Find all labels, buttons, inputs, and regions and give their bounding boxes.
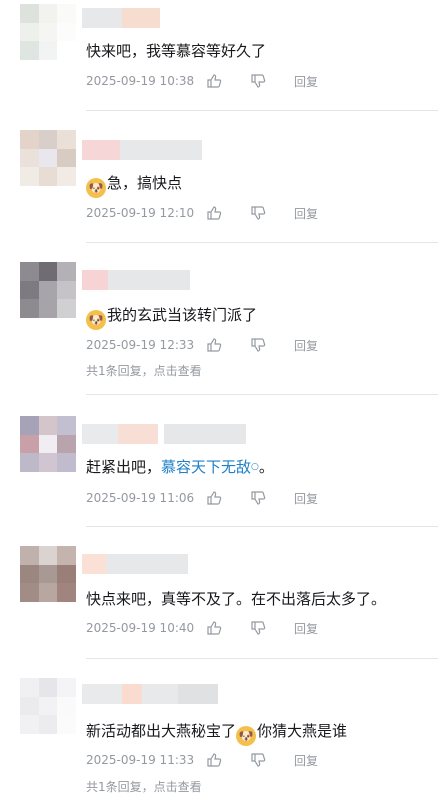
comment-text: 快来吧，我等慕容等好久了 xyxy=(86,42,267,60)
avatar[interactable] xyxy=(20,546,76,602)
comment-text: 🐶 急，搞快点 xyxy=(86,172,182,198)
divider xyxy=(86,242,438,243)
divider xyxy=(86,526,438,527)
comment-text: 新活动都出大燕秘宝了 🐶 你猜大燕是谁 xyxy=(86,720,347,746)
divider xyxy=(86,658,438,659)
reply-button[interactable]: 回复 xyxy=(294,337,318,354)
username-blurred[interactable] xyxy=(82,140,202,160)
reply-button[interactable]: 回复 xyxy=(294,752,318,769)
thumbs-up-icon[interactable] xyxy=(206,337,222,353)
divider xyxy=(86,394,438,395)
doge-emoji-icon: 🐶 xyxy=(86,310,106,330)
comment-time: 2025-09-19 11:33 xyxy=(86,753,195,767)
username-blurred[interactable] xyxy=(82,8,160,28)
doge-emoji-icon: 🐶 xyxy=(236,726,257,746)
view-replies-link[interactable]: 共1条回复，点击查看 xyxy=(86,778,202,795)
comment-text: 赶紧出吧，慕容天下无敌○。 xyxy=(86,458,274,476)
search-link[interactable]: 慕容天下无敌 xyxy=(161,458,251,476)
thumbs-down-icon[interactable] xyxy=(250,752,266,768)
comment-meta: 2025-09-19 11:33 回复 xyxy=(86,751,318,769)
thumbs-up-icon[interactable] xyxy=(206,620,222,636)
username-blurred[interactable] xyxy=(82,424,246,444)
comment-meta: 2025-09-19 11:06 回复 xyxy=(86,489,318,507)
thumbs-down-icon[interactable] xyxy=(250,337,266,353)
thumbs-down-icon[interactable] xyxy=(250,205,266,221)
username-blurred[interactable] xyxy=(82,554,188,574)
avatar[interactable] xyxy=(20,262,76,318)
reply-button[interactable]: 回复 xyxy=(294,620,318,637)
thumbs-up-icon[interactable] xyxy=(206,490,222,506)
comment-meta: 2025-09-19 12:33 回复 xyxy=(86,336,318,354)
doge-emoji-icon: 🐶 xyxy=(86,178,106,198)
view-replies-link[interactable]: 共1条回复，点击查看 xyxy=(86,362,202,379)
comment-time: 2025-09-19 10:38 xyxy=(86,74,195,88)
avatar[interactable] xyxy=(20,678,76,734)
thumbs-down-icon[interactable] xyxy=(250,73,266,89)
comment-time: 2025-09-19 11:06 xyxy=(86,491,195,505)
comment-text: 🐶 我的玄武当该转门派了 xyxy=(86,304,257,330)
reply-button[interactable]: 回复 xyxy=(294,73,318,90)
comment-time: 2025-09-19 12:10 xyxy=(86,206,195,220)
username-blurred[interactable] xyxy=(82,684,218,704)
thumbs-down-icon[interactable] xyxy=(250,490,266,506)
avatar[interactable] xyxy=(20,416,76,472)
reply-button[interactable]: 回复 xyxy=(294,205,318,222)
avatar[interactable] xyxy=(20,130,76,186)
comment-meta: 2025-09-19 12:10 回复 xyxy=(86,204,318,222)
username-blurred[interactable] xyxy=(82,270,190,290)
reply-button[interactable]: 回复 xyxy=(294,490,318,507)
thumbs-down-icon[interactable] xyxy=(250,620,266,636)
thumbs-up-icon[interactable] xyxy=(206,73,222,89)
avatar[interactable] xyxy=(20,4,76,60)
thumbs-up-icon[interactable] xyxy=(206,205,222,221)
comment-time: 2025-09-19 10:40 xyxy=(86,621,195,635)
divider xyxy=(86,110,438,111)
search-icon[interactable]: ○ xyxy=(251,462,259,472)
thumbs-up-icon[interactable] xyxy=(206,752,222,768)
comment-meta: 2025-09-19 10:40 回复 xyxy=(86,619,318,637)
comment-time: 2025-09-19 12:33 xyxy=(86,338,195,352)
comment-text: 快点来吧，真等不及了。在不出落后太多了。 xyxy=(86,590,387,608)
comment-meta: 2025-09-19 10:38 回复 xyxy=(86,72,318,90)
